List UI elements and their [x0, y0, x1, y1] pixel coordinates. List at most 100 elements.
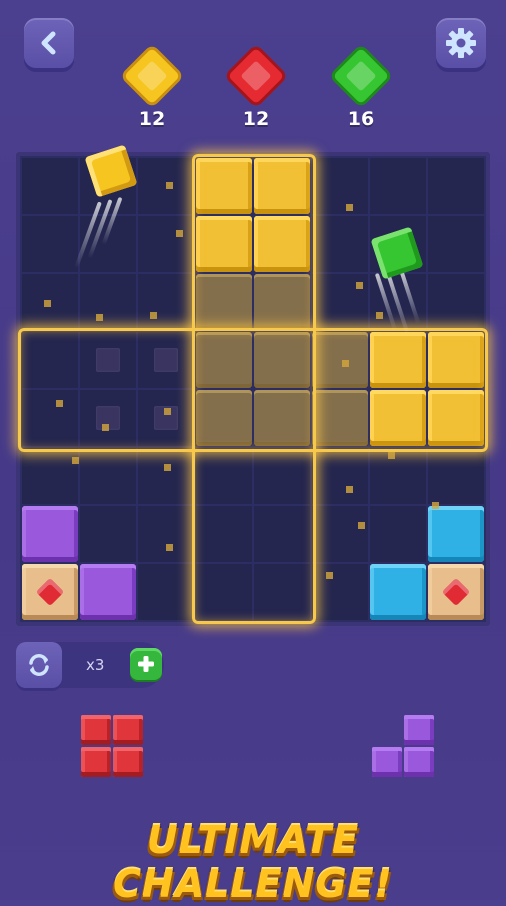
highlighted-block [196, 390, 252, 446]
swap-control: x3 [16, 642, 164, 688]
highlighted-block [196, 332, 252, 388]
gem-block [22, 564, 78, 620]
dim-block [96, 348, 120, 372]
sparkle-particle [44, 300, 51, 307]
board-cell [196, 564, 252, 620]
gem-target-yellow: 12 [117, 47, 187, 130]
sparkle-particle [102, 424, 109, 431]
promo-banner: ULTIMATE CHALLENGE! [113, 818, 393, 906]
blue-block [428, 506, 484, 562]
purple-block [80, 564, 136, 620]
refresh-icon [29, 654, 49, 676]
red-gem-icon [35, 577, 65, 607]
sparkle-particle [166, 544, 173, 551]
piece-cell [404, 747, 434, 777]
yellow-gem-icon [123, 47, 181, 105]
board-cell [312, 216, 368, 272]
sparkle-particle [388, 452, 395, 459]
board-cell [138, 564, 194, 620]
sparkle-particle [326, 572, 333, 579]
plus-icon [138, 656, 154, 672]
settings-button[interactable] [436, 18, 486, 68]
board-cell [254, 506, 310, 562]
red-square-piece[interactable] [81, 715, 143, 777]
board-cell [138, 216, 194, 272]
sparkle-particle [358, 522, 365, 529]
board-cell [138, 448, 194, 504]
board-cell [428, 274, 484, 330]
board-cell [80, 506, 136, 562]
piece-cell [113, 747, 143, 777]
highlighted-block [254, 332, 310, 388]
gem-block [428, 564, 484, 620]
gem-target-green: 16 [326, 47, 396, 130]
board-cell [196, 448, 252, 504]
sparkle-particle [356, 282, 363, 289]
board-cell [428, 448, 484, 504]
gear-icon [446, 28, 476, 58]
purple-l-piece[interactable] [372, 715, 434, 777]
piece-cell [372, 747, 402, 777]
board-cell [312, 158, 368, 214]
board-cell [370, 506, 426, 562]
board-cell [22, 216, 78, 272]
yellow-block [428, 390, 484, 446]
highlighted-block [196, 274, 252, 330]
board-cell [22, 158, 78, 214]
chevron-left-icon [41, 31, 56, 55]
purple-block [22, 506, 78, 562]
sparkle-particle [164, 408, 171, 415]
sparkle-particle [346, 204, 353, 211]
yellow-block [196, 216, 252, 272]
yellow-block [370, 390, 426, 446]
swap-count: x3 [86, 656, 105, 674]
sparkle-particle [164, 464, 171, 471]
board-cell [196, 506, 252, 562]
board-cell [428, 216, 484, 272]
red-gem-icon [441, 577, 471, 607]
board-cell [138, 506, 194, 562]
yellow-gem-count: 12 [138, 108, 166, 130]
sparkle-particle [166, 182, 173, 189]
sparkle-particle [96, 314, 103, 321]
yellow-block [196, 158, 252, 214]
sparkle-particle [72, 457, 79, 464]
gem-target-red: 12 [221, 47, 291, 130]
red-gem-count: 12 [242, 108, 270, 130]
sparkle-particle [342, 360, 349, 367]
board-cell [312, 448, 368, 504]
blue-block [370, 564, 426, 620]
board-cell [80, 448, 136, 504]
highlighted-block [312, 390, 368, 446]
board-cell [22, 448, 78, 504]
yellow-block [254, 216, 310, 272]
green-gem-count: 16 [347, 108, 375, 130]
piece-cell [113, 715, 143, 745]
highlighted-block [312, 332, 368, 388]
yellow-block [428, 332, 484, 388]
board-cell [22, 332, 78, 388]
yellow-block [254, 158, 310, 214]
board-cell [370, 448, 426, 504]
green-gem-icon [332, 47, 390, 105]
board-cell [312, 506, 368, 562]
sparkle-particle [432, 502, 439, 509]
sparkle-particle [56, 400, 63, 407]
board-cell [80, 274, 136, 330]
add-swap-button[interactable] [130, 648, 162, 680]
back-button[interactable] [24, 18, 74, 68]
swap-button[interactable] [16, 642, 62, 688]
game-board[interactable] [16, 152, 490, 626]
highlighted-block [254, 390, 310, 446]
sparkle-particle [150, 312, 157, 319]
piece-cell [81, 715, 111, 745]
board-cell [312, 564, 368, 620]
board-cell [138, 274, 194, 330]
highlighted-block [254, 274, 310, 330]
board-cell [254, 448, 310, 504]
sparkle-particle [376, 312, 383, 319]
sparkle-particle [176, 230, 183, 237]
piece-cell [404, 715, 434, 745]
board-cell [254, 564, 310, 620]
piece-cell [81, 747, 111, 777]
